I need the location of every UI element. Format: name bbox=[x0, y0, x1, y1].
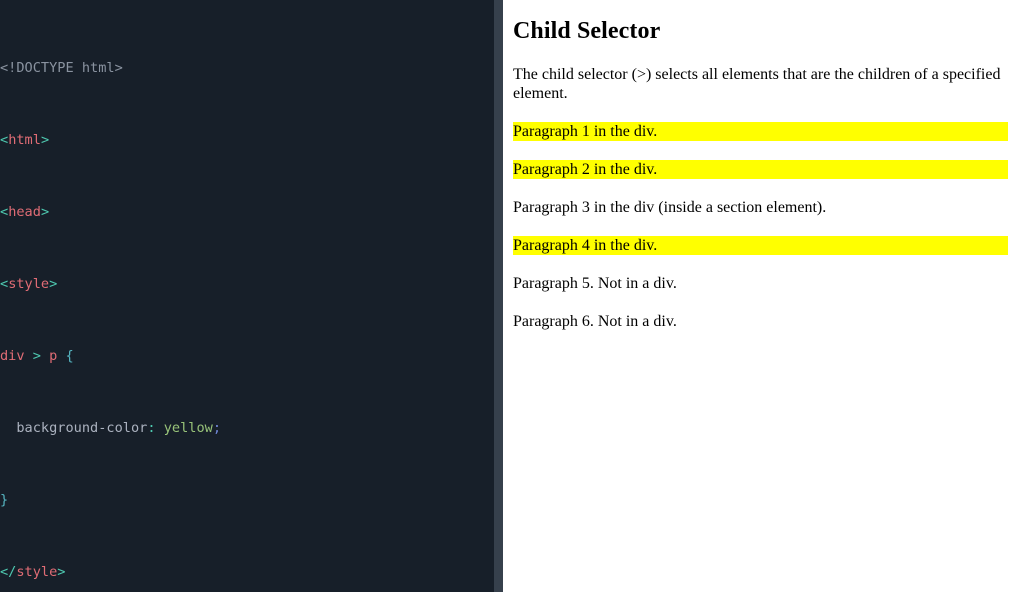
preview-paragraph-2: Paragraph 2 in the div. bbox=[513, 159, 1008, 179]
app-root: <!DOCTYPE html> <html> <head> <style> di… bbox=[0, 0, 1012, 592]
css-colon: : bbox=[147, 420, 156, 436]
page-title: Child Selector bbox=[513, 18, 661, 44]
code-line-css-selector: div > p { bbox=[0, 347, 503, 365]
css-property-value: yellow bbox=[163, 420, 213, 436]
preview-paragraph-4: Paragraph 4 in the div. bbox=[513, 235, 1008, 255]
css-close-brace: } bbox=[0, 492, 9, 508]
angle-close: > bbox=[40, 132, 50, 148]
css-open-brace: { bbox=[65, 348, 74, 364]
angle-open: < bbox=[0, 204, 9, 220]
preview-intro-paragraph: The child selector (>) selects all eleme… bbox=[513, 65, 1001, 102]
code-line: </style> bbox=[0, 563, 503, 581]
tag-name: head bbox=[8, 204, 41, 220]
preview-paragraph-3: Paragraph 3 in the div (inside a section… bbox=[513, 198, 827, 216]
css-semicolon: ; bbox=[212, 420, 221, 436]
code-source-text[interactable]: <!DOCTYPE html> <html> <head> <style> di… bbox=[0, 5, 503, 592]
angle-close: > bbox=[40, 204, 50, 220]
code-line-css-declaration: background-color: yellow; bbox=[0, 419, 503, 437]
code-pane-scrollbar[interactable] bbox=[494, 0, 503, 592]
css-property-name: background-color bbox=[16, 420, 148, 436]
doctype-token: <!DOCTYPE html> bbox=[0, 60, 123, 76]
angle-open: < bbox=[0, 132, 9, 148]
css-selector-div: div bbox=[0, 348, 25, 364]
code-editor-pane[interactable]: <!DOCTYPE html> <html> <head> <style> di… bbox=[0, 0, 503, 592]
angle-open: </ bbox=[0, 564, 17, 580]
angle-close: > bbox=[57, 564, 66, 580]
css-child-combinator: > bbox=[32, 348, 41, 364]
code-line: <html> bbox=[0, 131, 503, 149]
css-selector-p: p bbox=[49, 348, 58, 364]
tag-name: style bbox=[8, 276, 50, 292]
preview-paragraph-5: Paragraph 5. Not in a div. bbox=[513, 274, 677, 292]
code-pane-scrollbar-thumb[interactable] bbox=[494, 0, 503, 592]
tag-name: html bbox=[8, 132, 41, 148]
code-line: <head> bbox=[0, 203, 503, 221]
preview-content: Child Selector The child selector (>) se… bbox=[503, 18, 1012, 331]
code-line: <style> bbox=[0, 275, 503, 293]
code-line: <!DOCTYPE html> bbox=[0, 59, 503, 77]
preview-paragraph-1: Paragraph 1 in the div. bbox=[513, 121, 1008, 141]
angle-open: < bbox=[0, 276, 9, 292]
code-line: } bbox=[0, 491, 503, 509]
tag-name: style bbox=[16, 564, 58, 580]
rendered-preview-pane: Child Selector The child selector (>) se… bbox=[503, 0, 1012, 592]
angle-close: > bbox=[49, 276, 58, 292]
preview-paragraph-6: Paragraph 6. Not in a div. bbox=[513, 312, 677, 330]
